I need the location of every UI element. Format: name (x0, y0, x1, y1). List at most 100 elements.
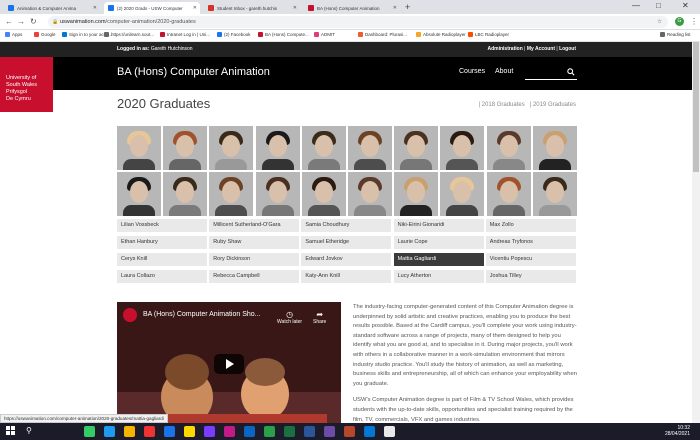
page-scrollbar[interactable] (692, 42, 700, 423)
taskbar-app-icon[interactable] (124, 426, 135, 437)
taskbar-app-icon[interactable] (104, 426, 115, 437)
taskbar-app-icon[interactable] (364, 426, 375, 437)
link-2018-graduates[interactable]: | 2018 Graduates (478, 102, 524, 108)
graduate-name-link[interactable]: Millicent Sutherland-O'Gara (209, 219, 300, 232)
taskbar-app-icon[interactable] (204, 426, 215, 437)
graduate-name-link[interactable]: Mattia Gagliardi (393, 253, 484, 266)
scrollbar-thumb[interactable] (693, 42, 699, 172)
nav-courses[interactable]: Courses (459, 68, 485, 75)
site-title[interactable]: BA (Hons) Computer Animation (117, 66, 270, 78)
search-icon[interactable]: ⚲ (26, 426, 32, 435)
graduate-name-link[interactable]: Lucy Atherton (393, 270, 484, 283)
site-search-input[interactable] (525, 79, 577, 80)
close-window-icon[interactable]: ✕ (682, 1, 689, 10)
graduate-photo[interactable] (255, 126, 300, 170)
system-clock[interactable]: 10:32 28/04/2021 (665, 425, 690, 437)
taskbar-app-icon[interactable] (224, 426, 235, 437)
bookmark-item[interactable]: LBC Radioplayer (468, 32, 509, 37)
logout-link[interactable]: Logout (559, 46, 576, 52)
graduate-name-link[interactable]: Rebecca Campbell (209, 270, 300, 283)
bookmark-item[interactable]: Apps (5, 32, 22, 37)
nav-about[interactable]: About (495, 68, 513, 75)
graduate-photo[interactable] (532, 126, 577, 170)
browser-tab[interactable]: (2) 2020 Grads - USW Computer ✕ (104, 2, 200, 14)
graduate-photo[interactable] (163, 126, 208, 170)
graduate-photo[interactable] (394, 126, 439, 170)
taskbar-app-icon[interactable] (244, 426, 255, 437)
address-bar[interactable]: 🔒 uswanimation.com/computer-animation/20… (48, 16, 668, 28)
browser-tab[interactable]: BA (Hons) Computer Animation ✕ (304, 2, 400, 14)
tab-close-icon[interactable]: ✕ (93, 5, 97, 11)
graduate-name-link[interactable]: Andreas Tryfonos (485, 236, 576, 249)
graduate-photo[interactable] (301, 126, 346, 170)
tab-close-icon[interactable]: ✕ (293, 5, 297, 11)
graduate-photo[interactable] (163, 172, 208, 216)
taskbar-app-icon[interactable] (164, 426, 175, 437)
taskbar-app-icon[interactable] (304, 426, 315, 437)
graduate-photo[interactable] (255, 172, 300, 216)
taskbar-app-icon[interactable] (84, 426, 95, 437)
windows-start-icon[interactable] (6, 426, 16, 436)
graduate-photo[interactable] (394, 172, 439, 216)
bookmark-star-icon[interactable]: ☆ (657, 16, 662, 28)
graduate-photo[interactable] (209, 126, 254, 170)
browser-tab[interactable]: Animation & Computer Anima ✕ (4, 2, 100, 14)
graduate-name-link[interactable]: Lilian Vossbeck (117, 219, 207, 232)
browser-tab[interactable]: Student Inbox - gareth.hutchis ✕ (204, 2, 300, 14)
tab-close-icon[interactable]: ✕ (193, 5, 197, 11)
graduate-name-link[interactable]: Niki-Eirini Gionaridi (393, 219, 484, 232)
graduate-name-link[interactable]: Vicentiu Popescu (485, 253, 576, 266)
taskbar-app-icon[interactable] (184, 426, 195, 437)
graduate-name-link[interactable]: Katy-Ann Knill (301, 270, 392, 283)
my-account-link[interactable]: My Account (527, 46, 555, 52)
graduate-name-link[interactable]: Laura Collazo (117, 270, 207, 283)
graduate-photo[interactable] (486, 126, 531, 170)
graduate-photo[interactable] (440, 126, 485, 170)
graduate-name-link[interactable]: Cerys Knill (117, 253, 207, 266)
graduate-photo[interactable] (301, 172, 346, 216)
graduate-photo[interactable] (486, 172, 531, 216)
bookmark-item[interactable]: Dashboard: Plurasi... (358, 32, 407, 37)
taskbar-app-icon[interactable] (264, 426, 275, 437)
bookmark-item[interactable]: ADMIT (314, 32, 335, 37)
usw-logo[interactable]: University of South Wales Prifysgol De C… (0, 57, 53, 112)
reading-list[interactable]: Reading list (660, 32, 691, 37)
taskbar-app-icon[interactable] (344, 426, 355, 437)
graduate-photo[interactable] (348, 172, 392, 216)
graduate-photo[interactable] (532, 172, 577, 216)
administration-link[interactable]: Administration (487, 46, 522, 52)
graduate-name-link[interactable]: Samuel Etheridge (301, 236, 392, 249)
taskbar-app-icon[interactable] (284, 426, 295, 437)
search-icon[interactable] (567, 68, 575, 76)
bookmark-item[interactable]: https://unilearn.sout... (104, 32, 154, 37)
maximize-icon[interactable]: □ (656, 1, 661, 10)
back-icon[interactable]: ← (5, 17, 13, 26)
graduate-name-link[interactable]: Max Zollo (485, 219, 576, 232)
graduate-photo[interactable] (348, 126, 392, 170)
graduate-photo[interactable] (117, 126, 161, 170)
graduate-name-link[interactable]: Joshua Tilley (485, 270, 576, 283)
graduate-photo[interactable] (117, 172, 161, 216)
new-tab-button[interactable]: + (405, 2, 410, 12)
graduate-name-link[interactable]: Samia Choudhury (301, 219, 392, 232)
bookmark-item[interactable]: Absolute Radioplayer (416, 32, 466, 37)
play-button-icon[interactable] (214, 354, 244, 374)
taskbar-app-icon[interactable] (324, 426, 335, 437)
graduate-photo[interactable] (440, 172, 485, 216)
bookmark-item[interactable]: Google (34, 32, 56, 37)
bookmark-item[interactable]: (2) Facebook (217, 32, 251, 37)
profile-avatar[interactable]: G (675, 17, 684, 26)
graduate-name-link[interactable]: Rory Dickinson (209, 253, 300, 266)
browser-menu-icon[interactable]: ⋮ (690, 17, 698, 26)
link-2019-graduates[interactable]: | 2019 Graduates (530, 102, 576, 108)
forward-icon[interactable]: → (17, 17, 25, 26)
taskbar-app-icon[interactable] (144, 426, 155, 437)
graduate-name-link[interactable]: Edward Jovkov (301, 253, 392, 266)
graduate-name-link[interactable]: Laurie Cope (393, 236, 484, 249)
graduate-photo[interactable] (209, 172, 254, 216)
graduate-name-link[interactable]: Ethan Hanbury (117, 236, 207, 249)
minimize-icon[interactable]: — (632, 1, 640, 10)
tab-close-icon[interactable]: ✕ (393, 5, 397, 11)
bookmark-item[interactable]: Intranet Log in | Uni... (160, 32, 210, 37)
graduate-name-link[interactable]: Ruby Shaw (209, 236, 300, 249)
